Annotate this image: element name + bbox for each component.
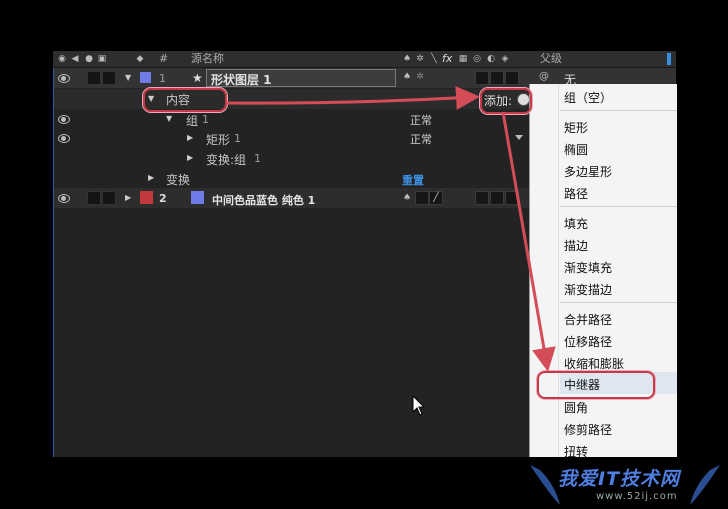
annotation-arrows bbox=[225, 86, 556, 416]
mouse-cursor-icon bbox=[412, 394, 426, 416]
arrow-to-add bbox=[225, 86, 480, 110]
watermark-url: www.52ij.com bbox=[596, 491, 678, 502]
watermark-text: 我爱IT技术网 bbox=[558, 468, 681, 490]
arrow-to-repeater bbox=[501, 111, 556, 372]
watermark: 我爱IT技术网 www.52ij.com bbox=[520, 455, 728, 509]
